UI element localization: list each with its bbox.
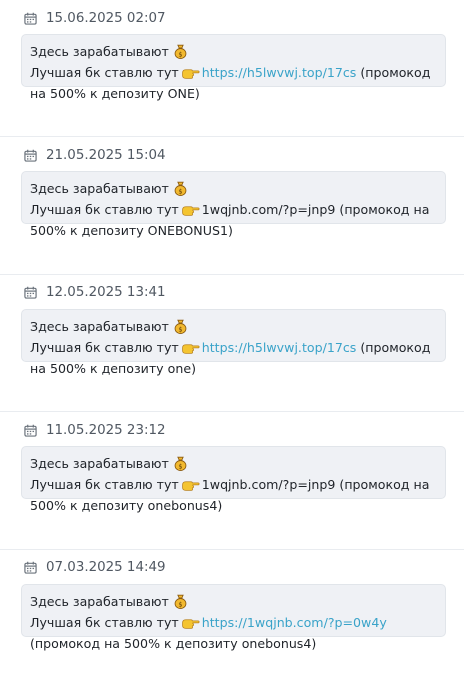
message-line-1: Здесь зарабатывают $ — [30, 591, 437, 612]
post-date-text: 12.05.2025 13:41 — [46, 285, 166, 301]
message-line-1: Здесь зарабатывают $ — [30, 178, 437, 199]
calendar-icon — [24, 287, 37, 299]
promo-link[interactable]: https://h5lwvwj.top/17cs — [202, 340, 357, 355]
calendar-icon — [24, 424, 37, 437]
promo-text: 1wqjnb.com/?p=jnp9 — [201, 202, 336, 218]
message-text: Лучшая бк ставлю тут — [30, 477, 179, 493]
message-line-3: на 500% к депозиту one) — [30, 360, 196, 376]
message-line-3: (промокод на 500% к депозиту onebonus4) — [30, 635, 317, 651]
calendar-icon — [24, 149, 37, 162]
svg-text:$: $ — [178, 51, 182, 59]
message-line-2: Лучшая бк ставлю тут 1wqjnb.com/?p=jnp9 (… — [30, 474, 437, 495]
message-bubble: Здесь зарабатывают $ Лучшая бк ставлю ту… — [21, 171, 446, 238]
message-line-2: Лучшая бк ставлю тут https://h5lwvwj.top/… — [30, 337, 437, 358]
message-bubble: Здесь зарабатывают $ Лучшая бк ставлю ту… — [21, 34, 446, 101]
message-line-2: Лучшая бк ставлю тут https://1wqjnb.com/?… — [30, 612, 437, 633]
message-text: Здесь зарабатывают — [30, 44, 169, 59]
calendar-icon — [24, 561, 37, 574]
post-item: 11.05.2025 23:12 Здесь зарабатывают $ Лу… — [0, 412, 464, 550]
post-feed: 15.06.2025 02:07 Здесь зарабатывают $ Лу… — [0, 0, 464, 687]
message-text: Здесь зарабатывают — [30, 181, 169, 197]
message-text: (промокод — [356, 339, 431, 355]
message-text: (промокод на — [335, 202, 430, 218]
message-text: Здесь зарабатывают — [30, 318, 169, 334]
post-item: 07.03.2025 14:49 Здесь зарабатывают $ Лу… — [0, 550, 464, 687]
message-text: Здесь зарабатывают — [30, 593, 169, 609]
money-bag-icon: $ — [174, 319, 187, 334]
message-text: Лучшая бк ставлю тут — [30, 614, 179, 630]
message-line-2: Лучшая бк ставлю тут https://h5lwvwj.top/… — [30, 62, 437, 83]
post-date: 15.06.2025 02:07 — [24, 10, 166, 26]
svg-text:$: $ — [178, 325, 182, 333]
pointing-hand-icon — [181, 69, 200, 79]
message-line-1: Здесь зарабатывают $ — [30, 316, 437, 337]
message-line-1: Здесь зарабатывают $ — [30, 453, 437, 474]
money-bag-icon: $ — [174, 44, 187, 59]
message-bubble: Здесь зарабатывают $ Лучшая бк ставлю ту… — [21, 308, 446, 376]
money-bag-icon: $ — [174, 456, 187, 472]
message-line-1: Здесь зарабатывают $ — [30, 41, 437, 62]
promo-text: 1wqjnb.com/?p=jnp9 — [201, 477, 336, 493]
post-date-text: 21.05.2025 15:04 — [46, 147, 166, 163]
post-date: 07.03.2025 14:49 — [24, 560, 166, 576]
post-item: 15.06.2025 02:07 Здесь зарабатывают $ Лу… — [0, 0, 464, 138]
message-text: (промокод — [356, 65, 431, 80]
post-date-text: 07.03.2025 14:49 — [46, 560, 166, 576]
pointing-hand-icon — [181, 206, 200, 217]
svg-text:$: $ — [178, 463, 182, 471]
post-date: 11.05.2025 23:12 — [24, 422, 166, 438]
message-line-3: 500% к депозиту onebonus4) — [30, 498, 223, 514]
money-bag-icon: $ — [174, 182, 187, 197]
promo-link[interactable]: https://h5lwvwj.top/17cs — [202, 65, 357, 80]
pointing-hand-icon — [181, 344, 200, 354]
post-item: 21.05.2025 15:04 Здесь зарабатывают $ Лу… — [0, 137, 464, 275]
message-line-3: 500% к депозиту ONEBONUS1) — [30, 223, 233, 239]
pointing-hand-icon — [181, 481, 200, 491]
svg-text:$: $ — [178, 188, 182, 196]
post-date-text: 11.05.2025 23:12 — [46, 422, 166, 438]
post-item: 12.05.2025 13:41 Здесь зарабатывают $ Лу… — [0, 275, 464, 413]
message-text: Лучшая бк ставлю тут — [30, 202, 179, 218]
message-bubble: Здесь зарабатывают $ Лучшая бк ставлю ту… — [21, 583, 446, 651]
post-date: 12.05.2025 13:41 — [24, 285, 166, 301]
promo-link[interactable]: https://1wqjnb.com/?p=0w4y — [202, 615, 387, 630]
post-date-text: 15.06.2025 02:07 — [46, 10, 166, 26]
message-line-2: Лучшая бк ставлю тут 1wqjnb.com/?p=jnp9 (… — [30, 199, 437, 220]
message-text: Здесь зарабатывают — [30, 456, 169, 472]
pointing-hand-icon — [181, 618, 200, 629]
money-bag-icon: $ — [174, 594, 187, 609]
message-text: (промокод на — [335, 477, 430, 493]
message-bubble: Здесь зарабатывают $ Лучшая бк ставлю ту… — [21, 446, 446, 513]
post-date: 21.05.2025 15:04 — [24, 147, 166, 163]
message-text: Лучшая бк ставлю тут — [30, 65, 179, 80]
calendar-icon — [24, 12, 37, 25]
message-line-3: на 500% к депозиту ONE) — [30, 86, 200, 101]
message-text: Лучшая бк ставлю тут — [30, 339, 179, 355]
svg-text:$: $ — [178, 600, 182, 608]
